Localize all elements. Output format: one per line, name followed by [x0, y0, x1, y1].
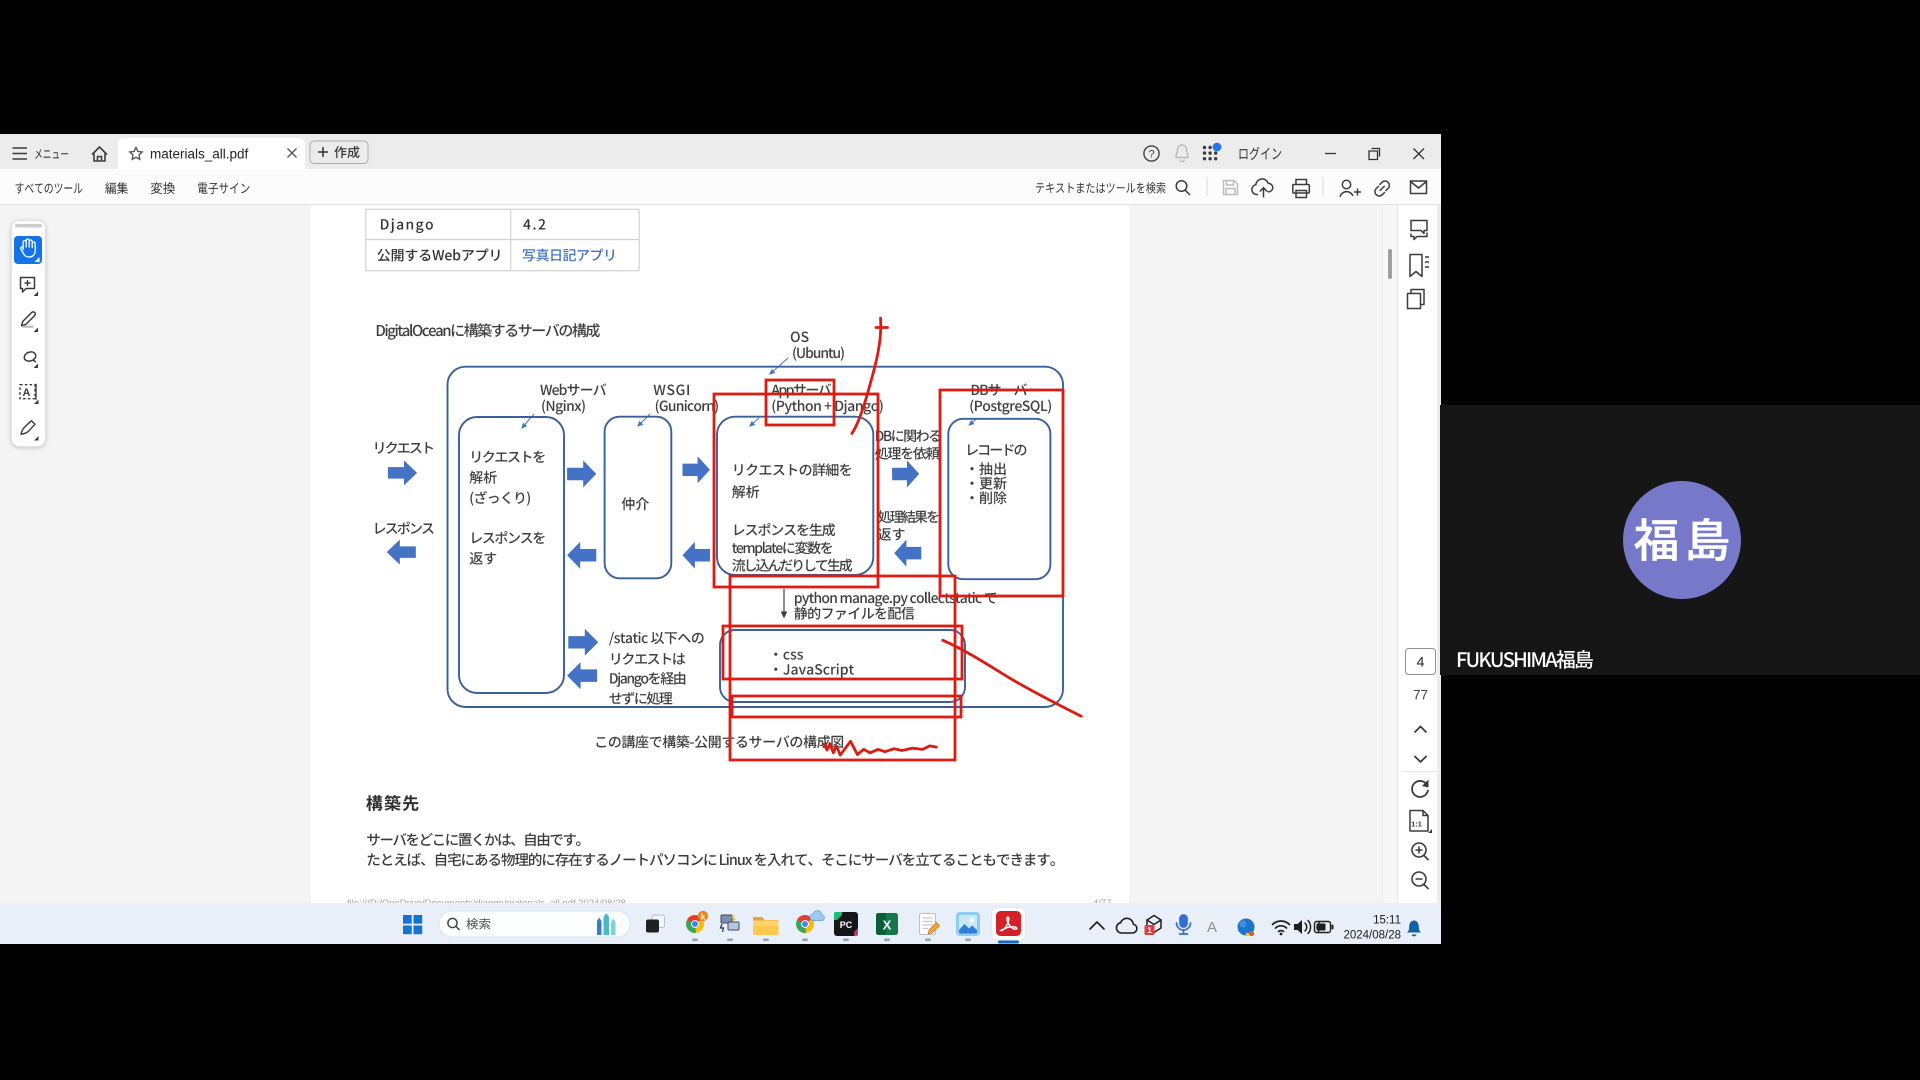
svg-text:A: A — [23, 387, 31, 399]
svg-text:2024/08/28: 2024/08/28 — [1343, 930, 1401, 942]
svg-text:X: X — [883, 918, 892, 933]
svg-text:15:11: 15:11 — [1373, 915, 1401, 927]
svg-text:materials_all.pdf: materials_all.pdf — [150, 147, 249, 162]
svg-text:?: ? — [1148, 149, 1154, 161]
svg-text:1: 1 — [1147, 925, 1152, 935]
svg-text:A: A — [1207, 919, 1217, 936]
svg-text:k: k — [701, 912, 706, 922]
svg-text:PC: PC — [840, 920, 853, 930]
